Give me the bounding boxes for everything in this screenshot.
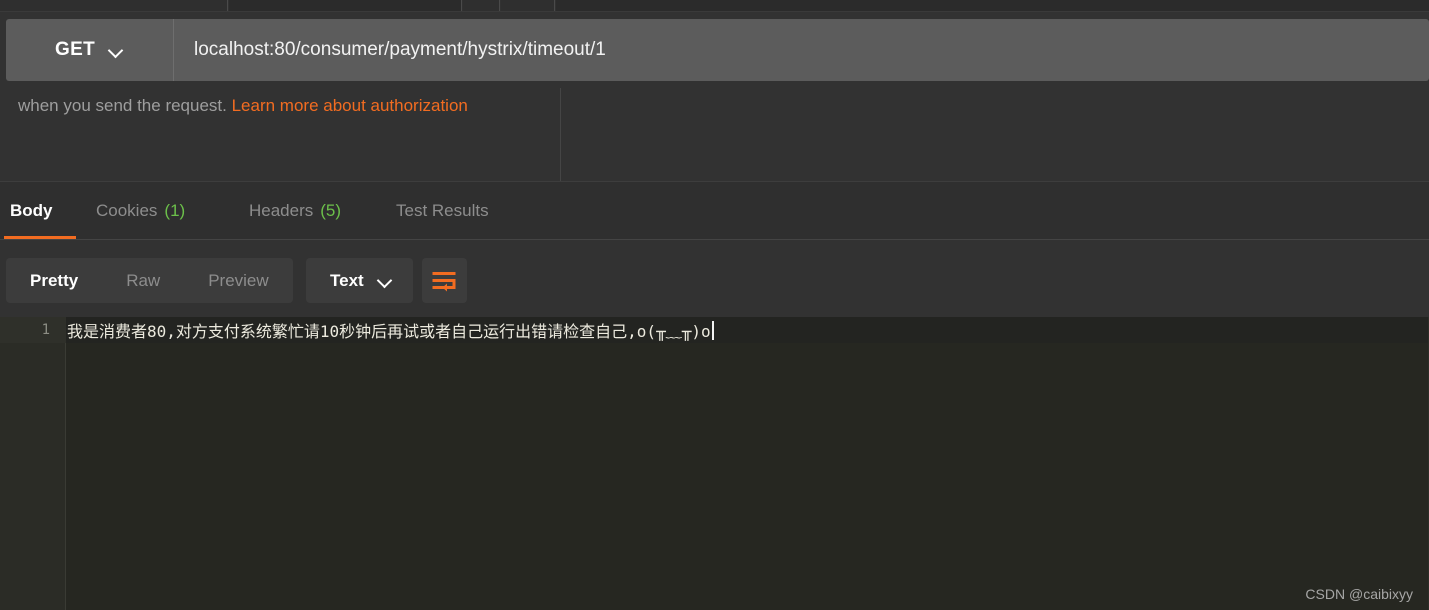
response-format-label: Text: [330, 270, 364, 290]
top-strip-segment: [501, 0, 555, 11]
view-mode-preview[interactable]: Preview: [184, 258, 292, 303]
top-strip-segment: [0, 0, 228, 11]
window-top-strip: [0, 0, 1429, 11]
authorization-learn-more-link[interactable]: Learn more about authorization: [232, 96, 468, 115]
authorization-panel-divider: [560, 88, 561, 182]
tab-body[interactable]: Body: [10, 182, 53, 239]
wrap-line-button[interactable]: [422, 258, 467, 303]
editor-line-number: 1: [41, 322, 50, 338]
tab-headers-count-value: (5): [320, 200, 342, 220]
text-caret: [711, 320, 714, 340]
response-body-line-text: 我是消费者80,对方支付系统繁忙请10秒钟后再试或者自己运行出错请检查自己,o(…: [67, 322, 711, 341]
response-body-line[interactable]: 我是消费者80,对方支付系统繁忙请10秒钟后再试或者自己运行出错请检查自己,o(…: [67, 317, 714, 343]
top-strip-segment: [229, 0, 462, 11]
tab-cookies-count: (1): [164, 200, 186, 220]
response-view-mode-group: Pretty Raw Preview: [6, 258, 293, 303]
tab-cookies[interactable]: Cookies (1): [96, 182, 185, 239]
view-mode-pretty[interactable]: Pretty: [6, 258, 102, 303]
authorization-note-text: when you send the request.: [18, 96, 232, 115]
response-tab-bar: Body Cookies (1) Headers (5) Test Result…: [0, 182, 1429, 240]
request-url-bar: GET localhost:80/consumer/payment/hystri…: [6, 19, 1429, 81]
tab-test-results-label: Test Results: [396, 200, 489, 220]
tab-test-results[interactable]: Test Results: [396, 182, 489, 239]
tab-headers[interactable]: Headers (5): [249, 182, 341, 239]
chevron-down-icon: [109, 43, 124, 58]
top-strip-segment: [556, 0, 1429, 11]
view-mode-raw[interactable]: Raw: [102, 258, 184, 303]
editor-gutter: [0, 317, 66, 610]
tab-cookies-label: Cookies: [96, 200, 158, 220]
chevron-down-icon: [378, 273, 393, 288]
http-method-select[interactable]: GET: [6, 19, 174, 81]
top-strip-divider: [0, 11, 1429, 12]
top-strip-segment: [463, 0, 500, 11]
request-url-input[interactable]: localhost:80/consumer/payment/hystrix/ti…: [174, 19, 1429, 81]
response-format-toolbar: Pretty Raw Preview Text: [0, 241, 1429, 317]
view-mode-preview-label: Preview: [208, 270, 269, 290]
response-body-editor[interactable]: 1 我是消费者80,对方支付系统繁忙请10秒钟后再试或者自己运行出错请检查自己,…: [0, 317, 1429, 610]
view-mode-pretty-label: Pretty: [30, 270, 79, 290]
word-wrap-icon: [432, 271, 455, 291]
tab-body-label: Body: [10, 200, 53, 220]
http-method-label: GET: [55, 39, 95, 60]
view-mode-raw-label: Raw: [126, 270, 161, 290]
tab-active-underline: [4, 236, 76, 239]
tab-headers-label: Headers: [249, 200, 314, 220]
authorization-helper-area: when you send the request. Learn more ab…: [0, 88, 1429, 182]
response-format-select[interactable]: Text: [306, 258, 413, 303]
authorization-note: when you send the request. Learn more ab…: [18, 96, 468, 116]
